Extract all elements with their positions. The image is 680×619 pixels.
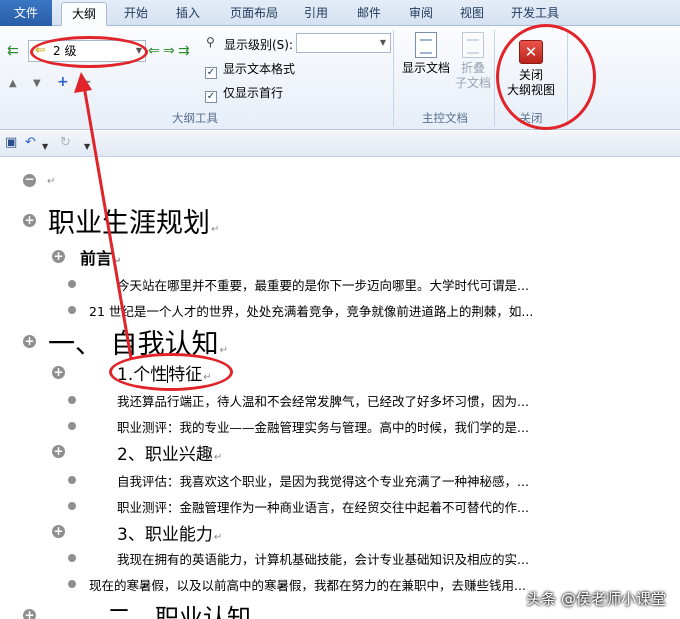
body-text-line[interactable]: 自我评估：我喜欢这个职业，是因为我觉得这个专业充满了一种神秘感，...	[117, 471, 529, 490]
tab-mailings[interactable]: 邮件	[346, 2, 392, 26]
document-icon	[415, 32, 437, 58]
demote-to-body-icon[interactable]: ⇉	[178, 44, 190, 58]
heading-3-line[interactable]: 1.个性特征↵	[117, 360, 212, 385]
subdocument-icon	[462, 32, 484, 58]
collapse-subdocuments-button[interactable]: 折叠 子文档	[452, 32, 494, 91]
body-bullet-icon	[68, 280, 76, 288]
show-document-button[interactable]: 显示文档	[400, 32, 452, 76]
tab-home[interactable]: 开始	[113, 2, 159, 26]
collapse-label-1: 折叠	[460, 61, 485, 75]
body-text-line[interactable]: 21 世纪是一个人才的世界，处处充满着竞争，竞争就像前进道路上的荆棘，如...	[89, 301, 533, 320]
close-group-label: 关闭	[519, 111, 543, 125]
heading-1-line[interactable]: 一、 自我认知↵	[48, 322, 228, 361]
heading-2-line[interactable]: 前言↵	[80, 245, 121, 269]
checkbox-checked-icon[interactable]: ✓	[205, 67, 217, 79]
chevron-down-icon: ▼	[379, 38, 386, 47]
ribbon-outline-panel: ⇇ ⇐ ⇒ ⇉ ⇐ 2 级 ▼ ▲ ▼ + − ⚲ 显示级别(S): ▼ ✓ 显示…	[0, 26, 680, 130]
level-arrow-icon: ⇐	[35, 43, 46, 58]
group-separator	[494, 30, 495, 126]
outline-level-select[interactable]: ⇐ 2 级 ▼	[28, 40, 146, 62]
outline-level-value: 2 级	[53, 44, 77, 58]
redo-icon[interactable]: ↻	[60, 135, 71, 151]
promote-icon[interactable]: ⇐	[148, 44, 160, 58]
save-icon[interactable]: ▣	[5, 135, 17, 151]
show-level-label: 显示级别(S):	[224, 38, 294, 52]
body-bullet-icon	[68, 502, 76, 510]
ribbon-tab-bar: 文件 大纲 开始 插入 页面布局 引用 邮件 审阅 视图 开发工具	[0, 0, 680, 26]
watermark-text: 头条 @侯老师小课堂	[526, 590, 666, 608]
customize-toolbar-icon[interactable]: ▼	[84, 139, 90, 155]
outline-line[interactable]: ↵	[46, 172, 55, 187]
document-outline-area[interactable]: − ↵ + 职业生涯规划↵ + 前言↵ 今天站在哪里并不重要，最重要的是你下一步…	[0, 158, 680, 619]
body-bullet-icon	[68, 306, 76, 314]
tab-outline[interactable]: 大纲	[61, 2, 107, 26]
collapse-label-2: 子文档	[454, 76, 491, 90]
chevron-down-icon: ▼	[135, 46, 142, 55]
close-outline-view-button[interactable]: ✕ 关闭 大纲视图	[500, 40, 562, 98]
undo-icon[interactable]: ↶	[25, 135, 36, 151]
expand-icon[interactable]: +	[57, 75, 69, 89]
tab-file[interactable]: 文件	[0, 0, 52, 26]
body-text-line[interactable]: 职业测评：我的专业——金融管理实务与管理。高中的时候，我们学的是...	[117, 417, 529, 436]
quick-access-toolbar: ▣ ↶ ▼ ↻ ▼	[0, 131, 680, 157]
body-bullet-icon	[68, 580, 76, 588]
tab-references[interactable]: 引用	[293, 2, 339, 26]
tab-insert[interactable]: 插入	[165, 2, 211, 26]
tab-developer[interactable]: 开发工具	[503, 2, 567, 26]
checkbox-checked-icon[interactable]: ✓	[205, 91, 217, 103]
body-bullet-icon	[68, 422, 76, 430]
expand-bullet-icon[interactable]: +	[23, 214, 36, 227]
body-text-line[interactable]: 今天站在哪里并不重要，最重要的是你下一步迈向哪里。大学时代可谓是...	[117, 275, 529, 294]
expand-bullet-icon[interactable]: +	[52, 366, 65, 379]
body-bullet-icon	[68, 476, 76, 484]
first-line-only-label: 仅显示首行	[223, 86, 284, 100]
show-text-format-label: 显示文本格式	[223, 62, 296, 76]
expand-bullet-icon[interactable]: +	[52, 445, 65, 458]
close-icon: ✕	[519, 40, 543, 64]
show-level-select[interactable]: ▼	[296, 33, 391, 53]
heading-1-line[interactable]: 职业生涯规划↵	[48, 201, 219, 240]
demote-icon[interactable]: ⇒	[163, 44, 175, 58]
body-bullet-icon	[68, 396, 76, 404]
heading-1-line[interactable]: 二、职业认知	[107, 598, 251, 619]
show-document-label: 显示文档	[401, 61, 450, 75]
body-bullet-icon	[68, 554, 76, 562]
expand-bullet-icon[interactable]: +	[23, 609, 36, 619]
expand-bullet-icon[interactable]: +	[52, 250, 65, 263]
group-separator	[393, 30, 394, 126]
expand-bullet-icon[interactable]: +	[23, 335, 36, 348]
collapse-bullet-icon[interactable]: −	[23, 173, 36, 187]
heading-3-line[interactable]: 2、职业兴趣↵	[117, 440, 222, 465]
close-label-2: 大纲视图	[506, 83, 555, 97]
body-text-line[interactable]: 职业测评：金融管理作为一种商业语言，在经贸交往中起着不可替代的作...	[117, 497, 529, 516]
heading-3-line[interactable]: 3、职业能力↵	[117, 520, 222, 545]
move-down-icon[interactable]: ▼	[33, 77, 41, 91]
group-separator	[567, 30, 568, 126]
tab-view[interactable]: 视图	[449, 2, 495, 26]
first-line-only-option[interactable]: ✓ 仅显示首行	[205, 84, 283, 103]
outline-tools-group-label: 大纲工具	[172, 111, 218, 125]
show-level-icon: ⚲	[206, 35, 215, 49]
promote-to-heading-1-icon[interactable]: ⇇	[7, 44, 19, 58]
body-text-line[interactable]: 我现在拥有的英语能力，计算机基础技能，会计专业基础知识及相应的实...	[117, 549, 529, 568]
move-up-icon[interactable]: ▲	[9, 77, 17, 91]
master-document-group-label: 主控文档	[422, 111, 468, 125]
body-text-line[interactable]: 我还算品行端正，待人温和不会经常发脾气，已经改了好多坏习惯，因为...	[117, 391, 529, 410]
body-text-line[interactable]: 现在的寒暑假，以及以前高中的寒暑假，我都在努力的在兼职中，去赚些钱用...	[89, 575, 526, 594]
close-label-1: 关闭	[518, 68, 543, 82]
collapse-icon[interactable]: −	[80, 75, 92, 89]
tab-page-layout[interactable]: 页面布局	[222, 2, 286, 26]
tab-review[interactable]: 审阅	[398, 2, 444, 26]
expand-bullet-icon[interactable]: +	[52, 525, 65, 538]
show-text-format-option[interactable]: ✓ 显示文本格式	[205, 60, 295, 79]
undo-dropdown-icon[interactable]: ▼	[42, 139, 48, 155]
